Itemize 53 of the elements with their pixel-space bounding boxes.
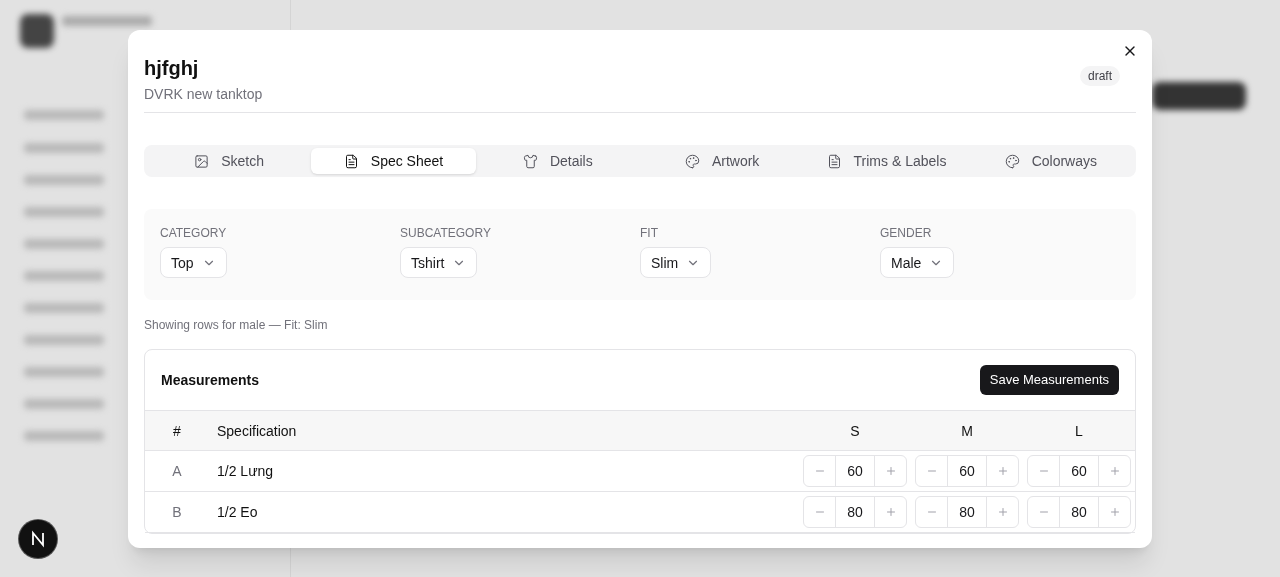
stepper-value: 80 (958, 503, 976, 522)
image-icon (194, 153, 210, 169)
tab[interactable]: Artwork (640, 148, 805, 174)
specification-name: 1/2 Eo (216, 503, 259, 522)
tab[interactable]: Details (475, 148, 640, 174)
number-stepper[interactable]: 80 (1027, 496, 1131, 528)
stepper-value: 60 (1070, 462, 1088, 481)
number-stepper[interactable]: 80 (915, 496, 1019, 528)
plus-icon (1108, 465, 1121, 477)
stepper-value: 60 (846, 462, 864, 481)
number-stepper[interactable]: 80 (803, 496, 907, 528)
tab[interactable]: Sketch (147, 148, 312, 174)
shirt-icon (522, 153, 538, 169)
dialog-title: hjfghj (144, 56, 200, 80)
number-stepper[interactable]: 60 (1027, 455, 1131, 487)
filter-label: GENDER (880, 225, 932, 241)
save-button[interactable]: Save Measurements (979, 365, 1119, 395)
tab[interactable]: Trims & Labels (804, 148, 969, 174)
number-stepper[interactable]: 60 (803, 455, 907, 487)
document-icon (343, 153, 359, 169)
column-header: M (960, 421, 974, 441)
filter-label: FIT (640, 225, 658, 241)
column-header: L (1074, 421, 1084, 441)
column-header: S (849, 421, 861, 441)
stepper-value: 80 (1070, 503, 1088, 522)
filter-dropdown[interactable]: Top (160, 247, 227, 278)
palette-icon (684, 153, 700, 169)
document-icon (826, 153, 842, 169)
stepper-value: 60 (958, 462, 976, 481)
tab[interactable]: Colorways (968, 148, 1133, 174)
plus-icon (996, 506, 1009, 518)
filter-label: SUBCATEGORY (400, 225, 491, 241)
row-code: A (171, 462, 183, 481)
palette-icon (1004, 153, 1020, 169)
dialog-subtitle: DVRK new tanktop (144, 85, 263, 104)
specification-name: 1/2 Lưng (216, 462, 275, 481)
number-stepper[interactable]: 60 (915, 455, 1019, 487)
column-header: # (172, 421, 182, 441)
plus-icon (1108, 506, 1121, 518)
tab[interactable]: Spec Sheet (311, 148, 476, 174)
plus-icon (884, 506, 897, 518)
plus-icon (996, 465, 1009, 477)
summary-text: Showing rows for male — Fit: Slim (144, 317, 329, 333)
plus-icon (884, 465, 897, 477)
row-code: B (171, 503, 183, 522)
stepper-value: 80 (846, 503, 864, 522)
filter-dropdown[interactable]: Slim (640, 247, 712, 278)
card-title: Measurements (161, 371, 260, 390)
filter-dropdown[interactable]: Tshirt (400, 247, 478, 278)
filter-dropdown[interactable]: Male (880, 247, 955, 278)
status-badge: draft (1080, 66, 1120, 86)
filter-label: CATEGORY (160, 225, 227, 241)
column-header: Specification (216, 421, 298, 441)
